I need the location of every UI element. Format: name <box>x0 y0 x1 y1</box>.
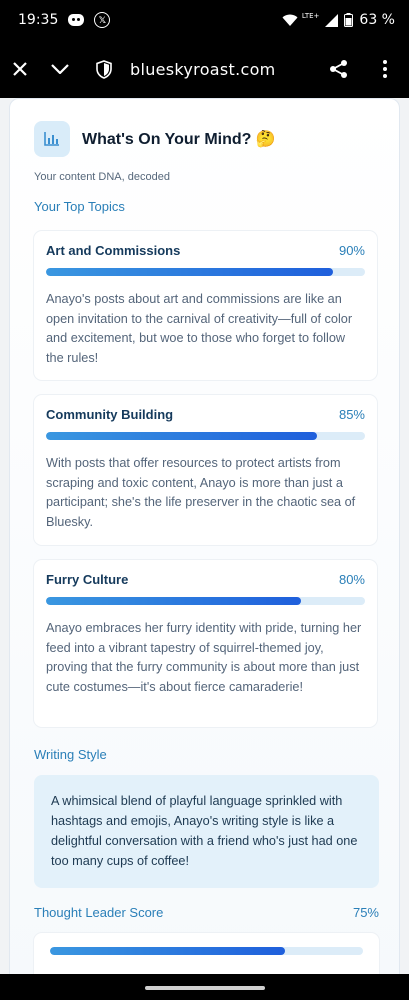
card-header: What's On Your Mind? 🤔 <box>34 121 276 157</box>
topic-percent: 85% <box>338 407 365 422</box>
writing-style-text: A whimsical blend of playful language sp… <box>34 775 379 888</box>
share-icon <box>330 60 347 78</box>
more-vertical-icon <box>383 60 387 78</box>
bar-chart-icon <box>34 121 70 157</box>
discord-icon <box>68 14 85 26</box>
wifi-icon <box>282 14 298 26</box>
topic-name: Art and Commissions <box>46 243 181 258</box>
collapse-button[interactable] <box>40 49 80 89</box>
home-gesture-handle[interactable] <box>145 986 265 990</box>
page-content[interactable]: What's On Your Mind? 🤔 Your content DNA,… <box>0 98 409 974</box>
site-security-button[interactable] <box>84 49 124 89</box>
close-icon <box>13 62 27 76</box>
topic-name: Community Building <box>46 407 174 422</box>
topic-percent: 90% <box>338 243 365 258</box>
topic-progress-track <box>46 268 365 276</box>
thought-leader-card <box>34 933 379 974</box>
topic-progress-fill <box>46 268 334 276</box>
topic-card-furry: Furry Culture 80% Anayo embraces her fur… <box>34 560 377 727</box>
chevron-down-icon <box>51 64 69 74</box>
battery-icon <box>344 13 354 27</box>
thought-leader-percent: 75% <box>352 905 379 920</box>
topic-card-art: Art and Commissions 90% Anayo's posts ab… <box>34 231 377 380</box>
topic-card-community: Community Building 85% With posts that o… <box>34 395 377 545</box>
topic-progress-fill <box>46 597 302 605</box>
topic-name: Furry Culture <box>46 572 129 587</box>
card-title: What's On Your Mind? 🤔 <box>82 131 276 148</box>
gesture-nav-bar <box>0 974 409 1000</box>
url-text[interactable]: blueskyroast.com <box>130 60 276 79</box>
topic-progress-fill <box>46 432 318 440</box>
close-tab-button[interactable] <box>0 49 40 89</box>
signal-icon <box>325 13 339 27</box>
status-bar: 19:35 𝕏 LTE+ 63 % <box>0 0 409 40</box>
share-button[interactable] <box>319 49 359 89</box>
topic-description: With posts that offer resources to prote… <box>46 456 356 529</box>
lte-label: LTE+ <box>301 12 320 20</box>
shield-icon <box>96 59 112 79</box>
content-dna-card: What's On Your Mind? 🤔 Your content DNA,… <box>9 98 400 974</box>
status-time: 19:35 <box>18 12 59 28</box>
writing-style-label: Writing Style <box>34 747 107 762</box>
thought-leader-header: Thought Leader Score 75% <box>34 905 379 920</box>
battery-percent: 63 % <box>359 12 395 28</box>
thought-leader-label: Thought Leader Score <box>34 905 164 920</box>
topic-percent: 80% <box>338 572 365 587</box>
card-subtitle: Your content DNA, decoded <box>34 171 170 183</box>
more-options-button[interactable] <box>365 49 405 89</box>
topic-progress-track <box>46 432 365 440</box>
topic-description: Anayo's posts about art and commissions … <box>46 292 353 365</box>
topic-description: Anayo embraces her furry identity with p… <box>46 621 362 694</box>
x-app-icon: 𝕏 <box>94 12 111 28</box>
thought-leader-fill <box>50 947 285 955</box>
thought-leader-track <box>50 947 363 955</box>
topic-progress-track <box>46 597 365 605</box>
browser-toolbar: blueskyroast.com <box>0 40 409 98</box>
top-topics-label: Your Top Topics <box>34 199 125 214</box>
